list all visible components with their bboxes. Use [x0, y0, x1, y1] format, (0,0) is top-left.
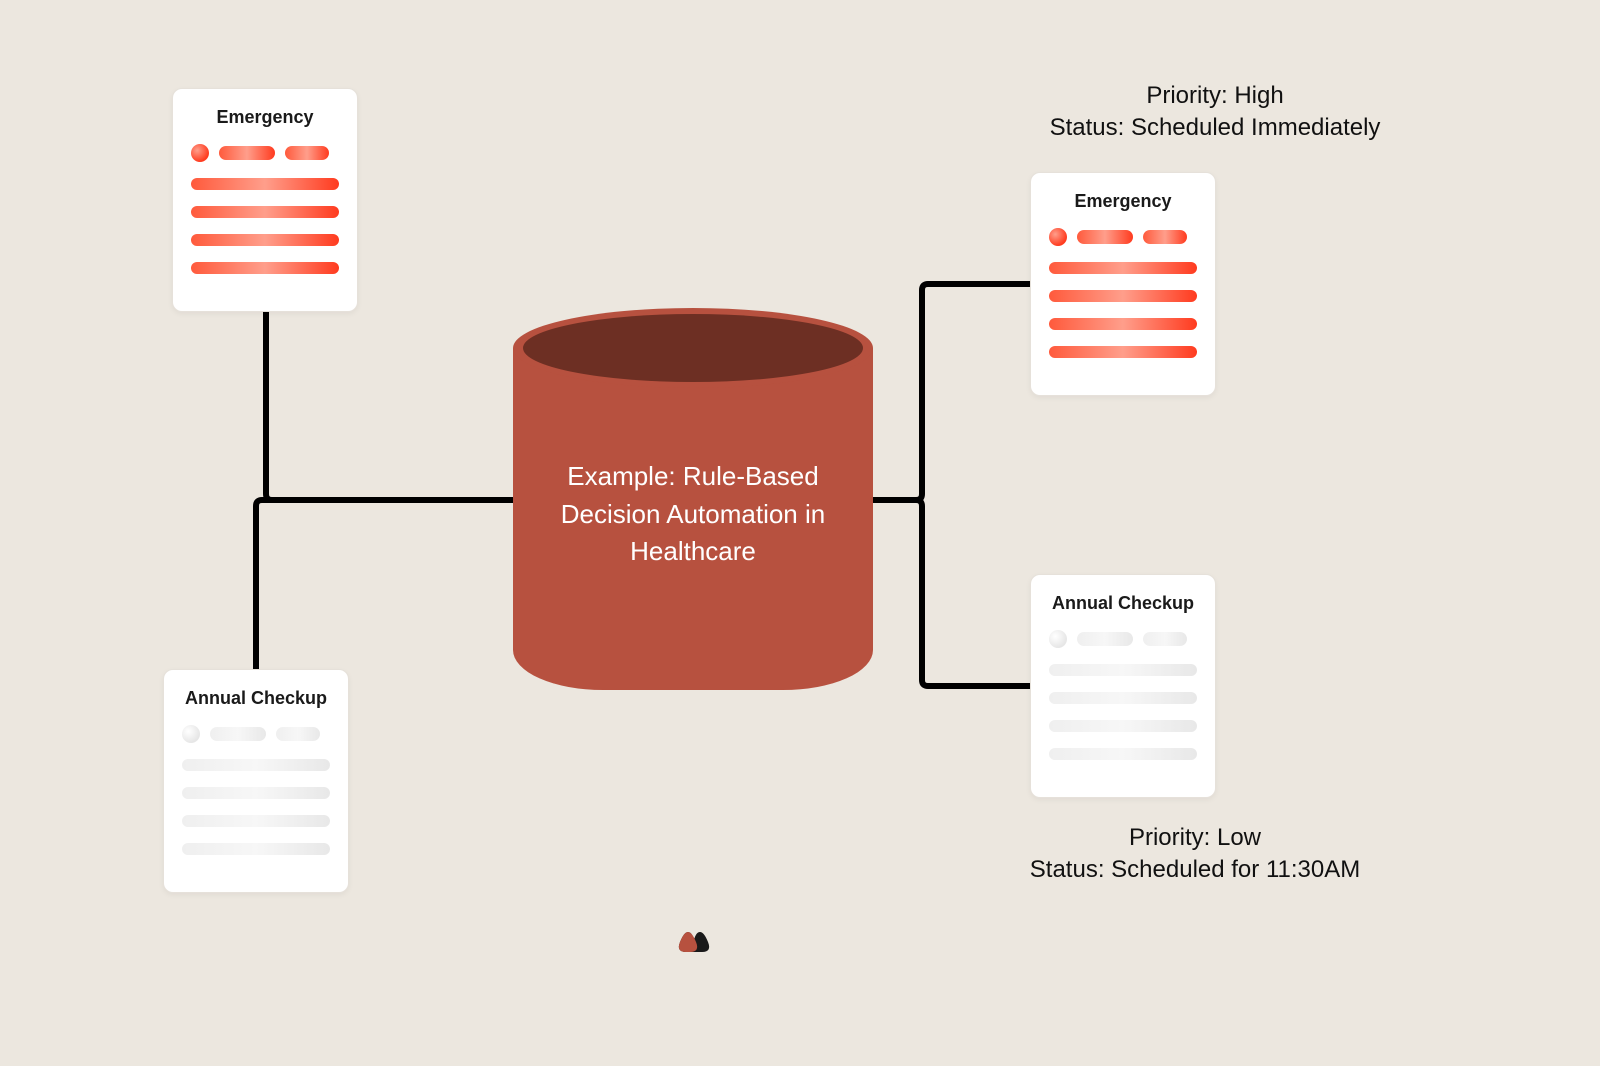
content-line-icon — [1049, 720, 1197, 732]
input-card-checkup: Annual Checkup — [163, 669, 349, 893]
priority-value: Low — [1217, 824, 1261, 851]
card-header-pills — [1049, 228, 1197, 246]
content-line-icon — [191, 234, 339, 246]
status-value: Scheduled Immediately — [1131, 114, 1380, 141]
content-line-icon — [182, 759, 330, 771]
content-line-icon — [182, 787, 330, 799]
pill-icon — [1143, 230, 1187, 244]
content-line-icon — [191, 178, 339, 190]
pill-icon — [1077, 632, 1133, 646]
content-line-icon — [1049, 262, 1197, 274]
content-line-icon — [1049, 692, 1197, 704]
status-value: Scheduled for 11:30AM — [1111, 856, 1360, 883]
pill-icon — [285, 146, 329, 160]
input-card-emergency: Emergency — [172, 88, 358, 312]
content-line-icon — [191, 206, 339, 218]
status-label: Status: — [1030, 856, 1105, 883]
cylinder-label: Example: Rule-Based Decision Automation … — [513, 458, 873, 571]
decision-engine-cylinder: Example: Rule-Based Decision Automation … — [513, 308, 873, 690]
content-line-icon — [182, 815, 330, 827]
card-header-pills — [182, 725, 330, 743]
output-annotation-emergency: Priority: High Status: Scheduled Immedia… — [985, 80, 1445, 145]
priority-value: High — [1234, 82, 1283, 109]
pill-icon — [1077, 230, 1133, 244]
card-title: Annual Checkup — [1049, 593, 1197, 614]
pill-icon — [1143, 632, 1187, 646]
card-title: Annual Checkup — [182, 688, 330, 709]
status-dot-icon — [1049, 630, 1067, 648]
pill-icon — [276, 727, 320, 741]
priority-label: Priority: — [1129, 824, 1210, 851]
output-card-checkup: Annual Checkup — [1030, 574, 1216, 798]
pill-icon — [219, 146, 275, 160]
content-line-icon — [1049, 318, 1197, 330]
status-label: Status: — [1050, 114, 1125, 141]
pill-icon — [210, 727, 266, 741]
card-title: Emergency — [191, 107, 339, 128]
status-dot-icon — [182, 725, 200, 743]
diagram-canvas: Example: Rule-Based Decision Automation … — [0, 0, 1600, 1066]
content-line-icon — [182, 843, 330, 855]
content-line-icon — [1049, 748, 1197, 760]
card-title: Emergency — [1049, 191, 1197, 212]
content-line-icon — [1049, 346, 1197, 358]
content-line-icon — [191, 262, 339, 274]
output-card-emergency: Emergency — [1030, 172, 1216, 396]
status-dot-icon — [191, 144, 209, 162]
status-dot-icon — [1049, 228, 1067, 246]
priority-label: Priority: — [1146, 82, 1227, 109]
output-annotation-checkup: Priority: Low Status: Scheduled for 11:3… — [985, 822, 1405, 887]
content-line-icon — [1049, 664, 1197, 676]
card-header-pills — [191, 144, 339, 162]
cylinder-top-opening — [523, 314, 863, 382]
brand-logo-icon — [676, 926, 712, 954]
card-header-pills — [1049, 630, 1197, 648]
content-line-icon — [1049, 290, 1197, 302]
